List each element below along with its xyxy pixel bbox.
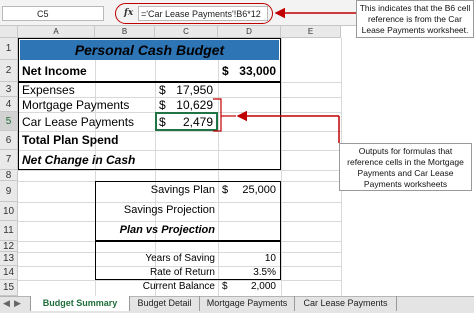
tab-scroll-left-icon[interactable]: ◀ bbox=[3, 298, 10, 309]
outputs-bracket bbox=[213, 98, 222, 132]
tab-mortgage-payments[interactable]: Mortgage Payments bbox=[200, 296, 295, 311]
tab-scroll-right-icon[interactable]: ▶ bbox=[14, 298, 21, 309]
tab-budget-summary[interactable]: Budget Summary bbox=[30, 296, 130, 311]
tab-budget-detail[interactable]: Budget Detail bbox=[130, 296, 200, 311]
tab-car-lease-payments[interactable]: Car Lease Payments bbox=[295, 296, 397, 311]
annotation-arrows bbox=[213, 7, 356, 143]
